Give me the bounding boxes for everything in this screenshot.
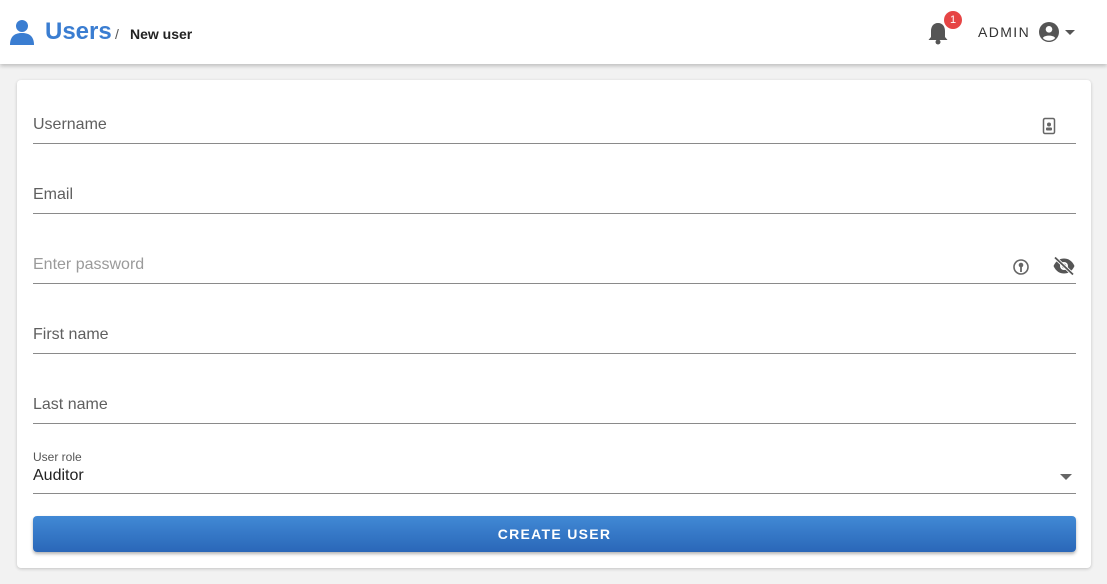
- account-menu-button[interactable]: ADMIN: [978, 20, 1080, 44]
- last-name-field-container: [33, 374, 1076, 424]
- notifications-button[interactable]: 1: [924, 11, 962, 48]
- user-role-label: User role: [33, 450, 82, 464]
- caret-down-icon: [1065, 30, 1075, 35]
- first-name-field[interactable]: [33, 323, 993, 347]
- create-user-button[interactable]: CREATE USER: [33, 516, 1076, 552]
- account-label: ADMIN: [978, 24, 1031, 40]
- first-name-field-container: [33, 304, 1076, 354]
- username-field[interactable]: [33, 113, 993, 137]
- app-header: Users / New user 1 ADMIN: [0, 0, 1107, 64]
- last-name-field[interactable]: [33, 393, 993, 417]
- email-field[interactable]: [33, 183, 993, 207]
- eye-off-icon[interactable]: [1052, 256, 1076, 276]
- account-circle-icon: [1039, 22, 1059, 42]
- user-role-select[interactable]: User role Auditor: [33, 444, 1076, 494]
- contact-card-icon[interactable]: [1042, 117, 1056, 135]
- username-field-container: [33, 94, 1076, 144]
- password-field[interactable]: [33, 253, 993, 277]
- breadcrumb-separator: /: [115, 26, 119, 42]
- user-role-value[interactable]: Auditor: [33, 466, 84, 486]
- email-field-container: [33, 164, 1076, 214]
- breadcrumb-current: New user: [130, 26, 193, 42]
- select-caret-icon[interactable]: [1060, 473, 1072, 481]
- page-title[interactable]: Users: [45, 17, 112, 47]
- new-user-form-card: User role Auditor CREATE USER: [17, 80, 1091, 568]
- key-icon[interactable]: [1012, 258, 1030, 276]
- password-field-container: [33, 234, 1076, 284]
- notification-count-badge: 1: [944, 11, 962, 29]
- person-icon: [10, 20, 34, 45]
